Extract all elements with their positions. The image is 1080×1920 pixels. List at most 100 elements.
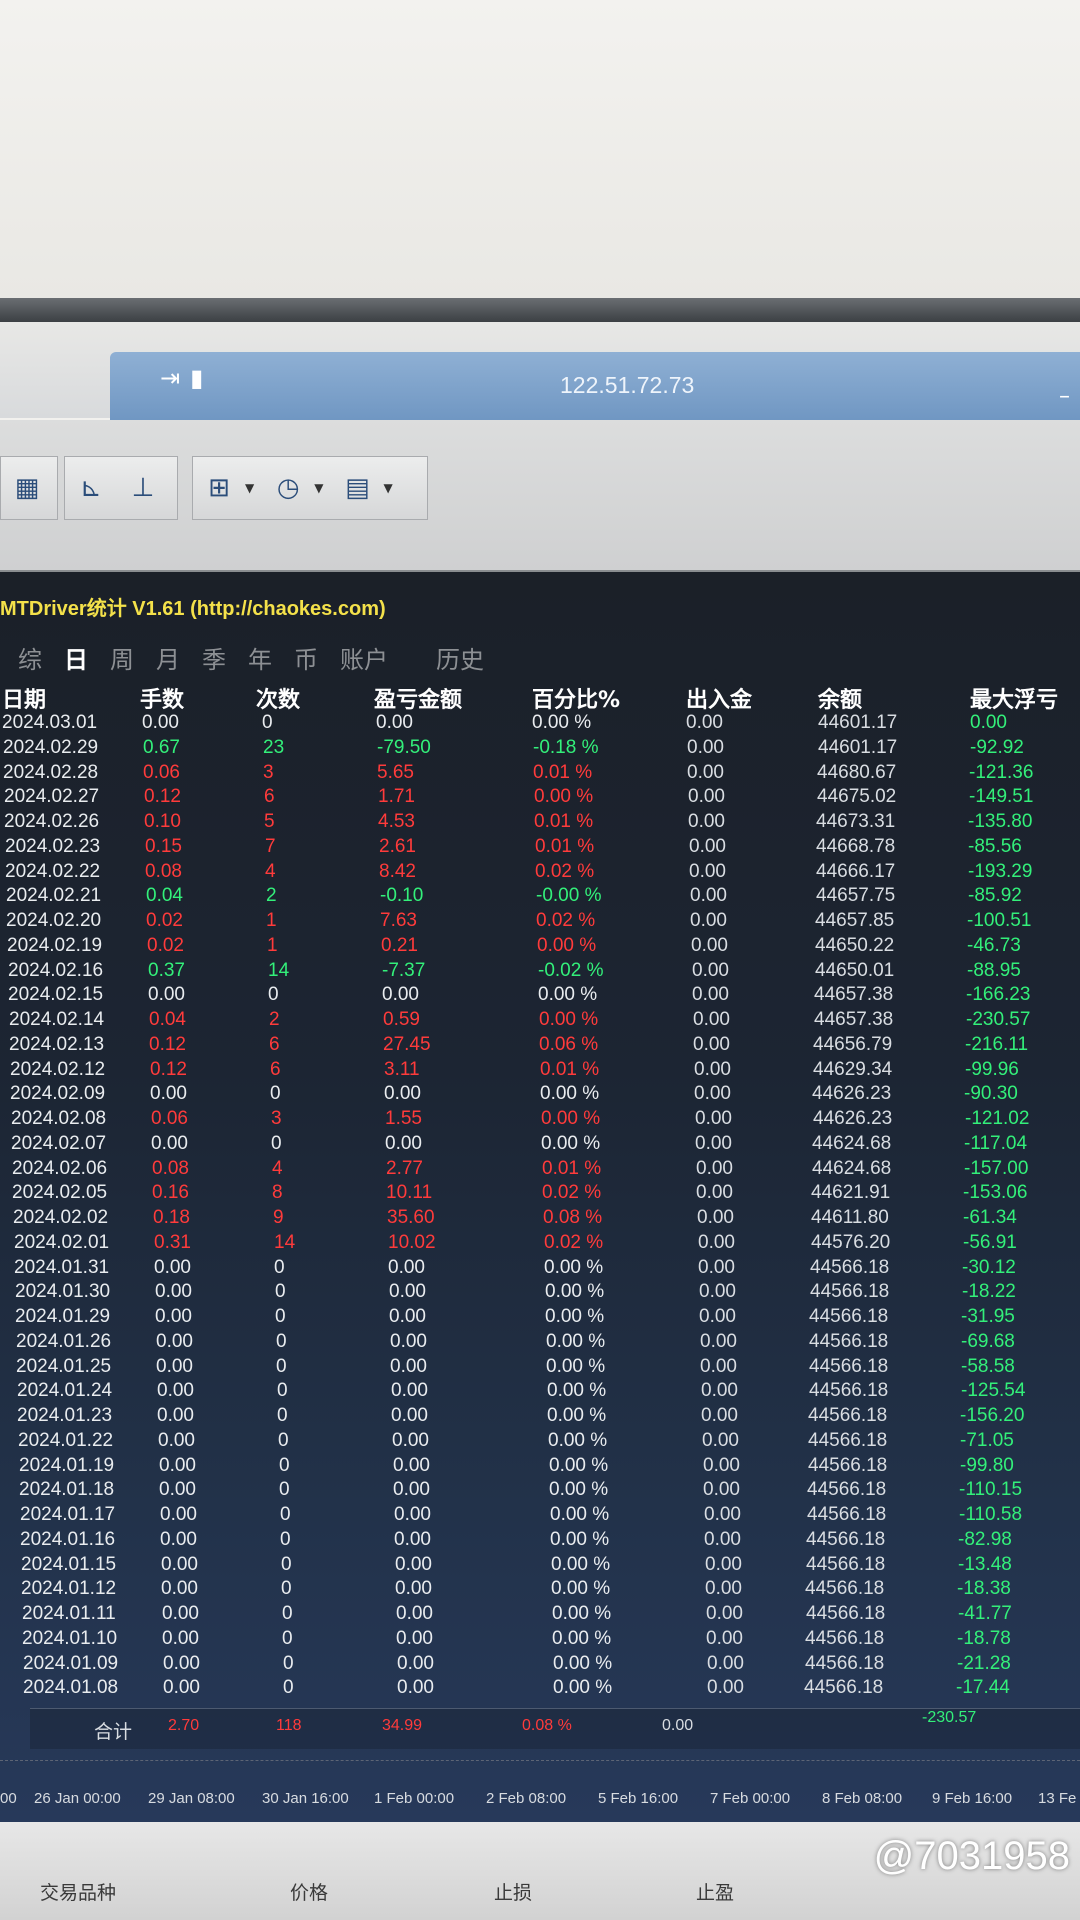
cell-max-drawdown: -82.98 bbox=[958, 1528, 1012, 1550]
cell-max-drawdown: -149.51 bbox=[969, 786, 1034, 808]
table-row: 2024.01.30 0.00 0 0.00 0.00 % 0.00 44566.18 -18… bbox=[13, 1281, 1073, 1306]
cell-deposits: 0.00 bbox=[699, 1281, 736, 1303]
col-header-take-profit[interactable]: 止盈 bbox=[696, 1878, 734, 1905]
cell-pl: 0.00 bbox=[395, 1578, 432, 1600]
cell-max-drawdown: -61.34 bbox=[963, 1207, 1017, 1228]
chart-shift-icon[interactable]: ⊾ bbox=[65, 465, 117, 511]
time-axis-label: 9 Feb 16:00 bbox=[932, 1790, 1013, 1807]
cell-date: 2024.01.12 bbox=[21, 1578, 117, 1600]
cell-date: 2024.02.20 bbox=[6, 910, 102, 931]
cell-balance: 44626.23 bbox=[812, 1083, 892, 1105]
add-indicator-icon[interactable]: ⊞ bbox=[193, 465, 245, 511]
tab-currency[interactable]: 币 bbox=[294, 640, 318, 675]
tab-month[interactable]: 月 bbox=[156, 640, 180, 675]
cell-percent: 0.00 % bbox=[553, 1652, 613, 1674]
cell-deposits: 0.00 bbox=[694, 1058, 731, 1080]
cell-max-drawdown: -157.00 bbox=[964, 1157, 1029, 1179]
cell-balance: 44650.01 bbox=[815, 959, 895, 981]
autoscroll-icon[interactable]: ⊥ bbox=[117, 465, 169, 511]
col-header-symbol[interactable]: 交易品种 bbox=[40, 1878, 116, 1905]
tab-week[interactable]: 周 bbox=[110, 640, 134, 675]
cell-percent: 0.00 % bbox=[552, 1603, 612, 1624]
cell-pl: 2.77 bbox=[386, 1157, 423, 1179]
cell-percent: 0.00 % bbox=[534, 786, 594, 808]
totals-deposits: 0.00 bbox=[662, 1717, 694, 1734]
cell-lots: 0.08 bbox=[152, 1157, 189, 1179]
periods-clock-icon[interactable]: ◷ bbox=[262, 465, 314, 511]
cell-balance: 44668.78 bbox=[816, 835, 896, 857]
table-row: 2024.02.06 0.08 4 2.77 0.01 % 0.00 44624.68 -15… bbox=[10, 1158, 1070, 1183]
cell-deposits: 0.00 bbox=[700, 1330, 737, 1352]
cell-percent: 0.00 % bbox=[546, 1330, 606, 1352]
tab-history[interactable]: 历史 bbox=[436, 640, 484, 675]
cell-deposits: 0.00 bbox=[701, 1380, 738, 1402]
cell-date: 2024.01.24 bbox=[17, 1380, 113, 1402]
cell-deposits: 0.00 bbox=[692, 959, 729, 981]
cell-pl: 0.00 bbox=[393, 1479, 430, 1501]
chevron-down-icon[interactable]: ▼ bbox=[383, 481, 392, 495]
tab-year[interactable]: 年 bbox=[248, 640, 272, 675]
cell-lots: 0.37 bbox=[148, 959, 185, 981]
table-row: 2024.01.17 0.00 0 0.00 0.00 % 0.00 44566.18 -11… bbox=[18, 1504, 1078, 1529]
cell-deposits: 0.00 bbox=[698, 1256, 735, 1278]
cell-count: 3 bbox=[263, 761, 274, 783]
cell-count: 0 bbox=[278, 1429, 289, 1451]
cell-pl: -0.10 bbox=[380, 885, 424, 907]
cell-max-drawdown: -18.22 bbox=[962, 1281, 1016, 1303]
cell-count: 5 bbox=[264, 811, 275, 832]
cell-lots: 0.67 bbox=[143, 736, 180, 758]
cell-pl: 27.45 bbox=[383, 1033, 431, 1055]
tab-day[interactable]: 日 bbox=[64, 640, 88, 675]
cell-pl: 0.00 bbox=[385, 1132, 422, 1154]
window-title: 122.51.72.73 bbox=[560, 372, 695, 398]
tab-account[interactable]: 账户 bbox=[340, 640, 388, 675]
cell-deposits: 0.00 bbox=[691, 934, 728, 956]
cell-max-drawdown: -121.02 bbox=[965, 1108, 1030, 1129]
cell-date: 2024.02.02 bbox=[13, 1207, 109, 1228]
cell-max-drawdown: -99.96 bbox=[965, 1058, 1019, 1080]
chevron-down-icon[interactable]: ▼ bbox=[245, 481, 254, 495]
cell-percent: 0.00 % bbox=[532, 712, 592, 733]
cell-count: 9 bbox=[273, 1207, 284, 1228]
templates-icon[interactable]: ▤ bbox=[331, 465, 383, 511]
cell-count: 0 bbox=[283, 1677, 294, 1699]
cell-max-drawdown: -156.20 bbox=[960, 1405, 1025, 1426]
cell-pl: 1.55 bbox=[385, 1108, 422, 1129]
cell-percent: 0.00 % bbox=[547, 1405, 607, 1426]
table-row: 2024.02.07 0.00 0 0.00 0.00 % 0.00 44624.68 -11… bbox=[9, 1133, 1069, 1158]
table-row: 2024.01.22 0.00 0 0.00 0.00 % 0.00 44566.18 -71… bbox=[16, 1430, 1076, 1455]
tile-windows-icon[interactable]: ▦ bbox=[1, 465, 53, 511]
col-header-stop-loss[interactable]: 止损 bbox=[494, 1878, 532, 1905]
toolbar: ▦ ⊾ ⊥ ⊞ ▼ ◷ ▼ ▤ ▼ bbox=[0, 420, 1080, 572]
minimize-icon[interactable]: – bbox=[1059, 384, 1070, 409]
cell-balance: 44566.18 bbox=[806, 1553, 886, 1575]
cell-deposits: 0.00 bbox=[700, 1355, 737, 1377]
cell-deposits: 0.00 bbox=[697, 1207, 734, 1228]
cell-pl: 0.00 bbox=[392, 1429, 429, 1451]
cell-deposits: 0.00 bbox=[690, 885, 727, 907]
col-header-price[interactable]: 价格 bbox=[290, 1878, 328, 1905]
cell-percent: 0.01 % bbox=[533, 761, 593, 783]
totals-max-drawdown: -230.57 bbox=[922, 1709, 977, 1726]
time-axis-label: 7 Feb 00:00 bbox=[710, 1790, 791, 1807]
cell-count: 0 bbox=[271, 1132, 282, 1154]
cell-date: 2024.02.23 bbox=[5, 835, 101, 857]
cell-balance: 44566.18 bbox=[809, 1306, 889, 1327]
tab-summary[interactable]: 综 bbox=[18, 640, 42, 675]
cell-count: 7 bbox=[265, 835, 276, 857]
cell-lots: 0.00 bbox=[151, 1132, 188, 1154]
cell-lots: 0.00 bbox=[155, 1281, 192, 1303]
cell-max-drawdown: -100.51 bbox=[967, 910, 1032, 931]
cell-max-drawdown: -125.54 bbox=[961, 1380, 1026, 1402]
cell-deposits: 0.00 bbox=[703, 1454, 740, 1476]
cell-lots: 0.06 bbox=[151, 1108, 188, 1129]
cell-max-drawdown: -58.58 bbox=[961, 1355, 1015, 1377]
cell-deposits: 0.00 bbox=[686, 712, 723, 733]
cell-percent: -0.18 % bbox=[533, 736, 599, 758]
table-row: 2024.01.15 0.00 0 0.00 0.00 % 0.00 44566.18 -13… bbox=[19, 1554, 1079, 1579]
cell-percent: 0.00 % bbox=[541, 1132, 601, 1154]
cell-percent: 0.00 % bbox=[545, 1281, 605, 1303]
cell-pl: 0.59 bbox=[383, 1009, 420, 1030]
tab-quarter[interactable]: 季 bbox=[202, 640, 226, 675]
chevron-down-icon[interactable]: ▼ bbox=[314, 481, 323, 495]
